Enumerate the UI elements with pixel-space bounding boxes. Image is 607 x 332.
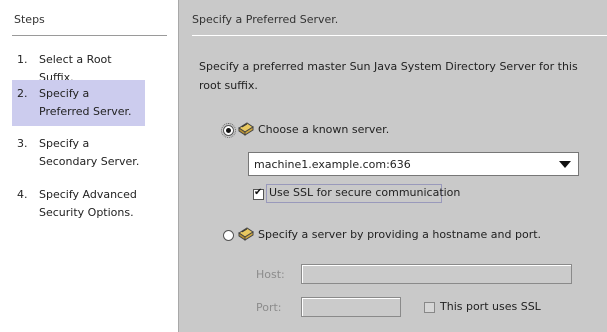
step-number: 4. <box>17 188 28 201</box>
server-icon <box>238 227 254 241</box>
step-select-root-suffix[interactable]: 1. Select a Root Suffix. <box>12 51 145 84</box>
port-ssl-checkbox[interactable] <box>424 302 435 313</box>
steps-title: Steps <box>14 13 45 26</box>
known-server-radio[interactable] <box>221 123 236 138</box>
port-ssl-label[interactable]: This port uses SSL <box>440 300 541 313</box>
dropdown-arrow-icon[interactable] <box>559 161 571 168</box>
use-ssl-checkbox[interactable] <box>253 187 264 200</box>
step-label: Specify a Secondary Server. <box>39 137 140 168</box>
step-number: 3. <box>17 137 28 150</box>
server-select-value: machine1.example.com:636 <box>254 158 411 171</box>
port-label: Port: <box>256 301 282 314</box>
steps-divider <box>12 35 167 36</box>
port-input[interactable] <box>301 297 401 317</box>
step-label: Specify Advanced Security Options. <box>39 188 137 219</box>
custom-server-radio[interactable] <box>223 230 234 241</box>
step-specify-preferred-server[interactable]: 2. Specify a Preferred Server. <box>12 80 145 126</box>
title-divider <box>192 35 607 36</box>
step-number: 1. <box>17 53 28 66</box>
steps-sidebar: Steps 1. Select a Root Suffix. 2. Specif… <box>0 0 178 332</box>
step-label: Specify a Preferred Server. <box>39 87 132 118</box>
page-description: Specify a preferred master Sun Java Syst… <box>199 60 578 92</box>
server-icon <box>238 122 254 136</box>
main-panel: Specify a Preferred Server. Specify a pr… <box>179 0 607 332</box>
page-title: Specify a Preferred Server. <box>192 13 339 26</box>
use-ssl-label[interactable]: Use SSL for secure communication <box>269 186 460 199</box>
step-specify-secondary-server[interactable]: 3. Specify a Secondary Server. <box>12 135 145 175</box>
step-number: 2. <box>17 87 28 100</box>
custom-server-label[interactable]: Specify a server by providing a hostname… <box>258 228 541 241</box>
step-specify-advanced-security[interactable]: 4. Specify Advanced Security Options. <box>12 186 145 226</box>
host-label: Host: <box>256 268 285 281</box>
known-server-label[interactable]: Choose a known server. <box>258 123 389 136</box>
server-select[interactable]: machine1.example.com:636 <box>248 152 579 176</box>
host-input[interactable] <box>301 264 572 284</box>
